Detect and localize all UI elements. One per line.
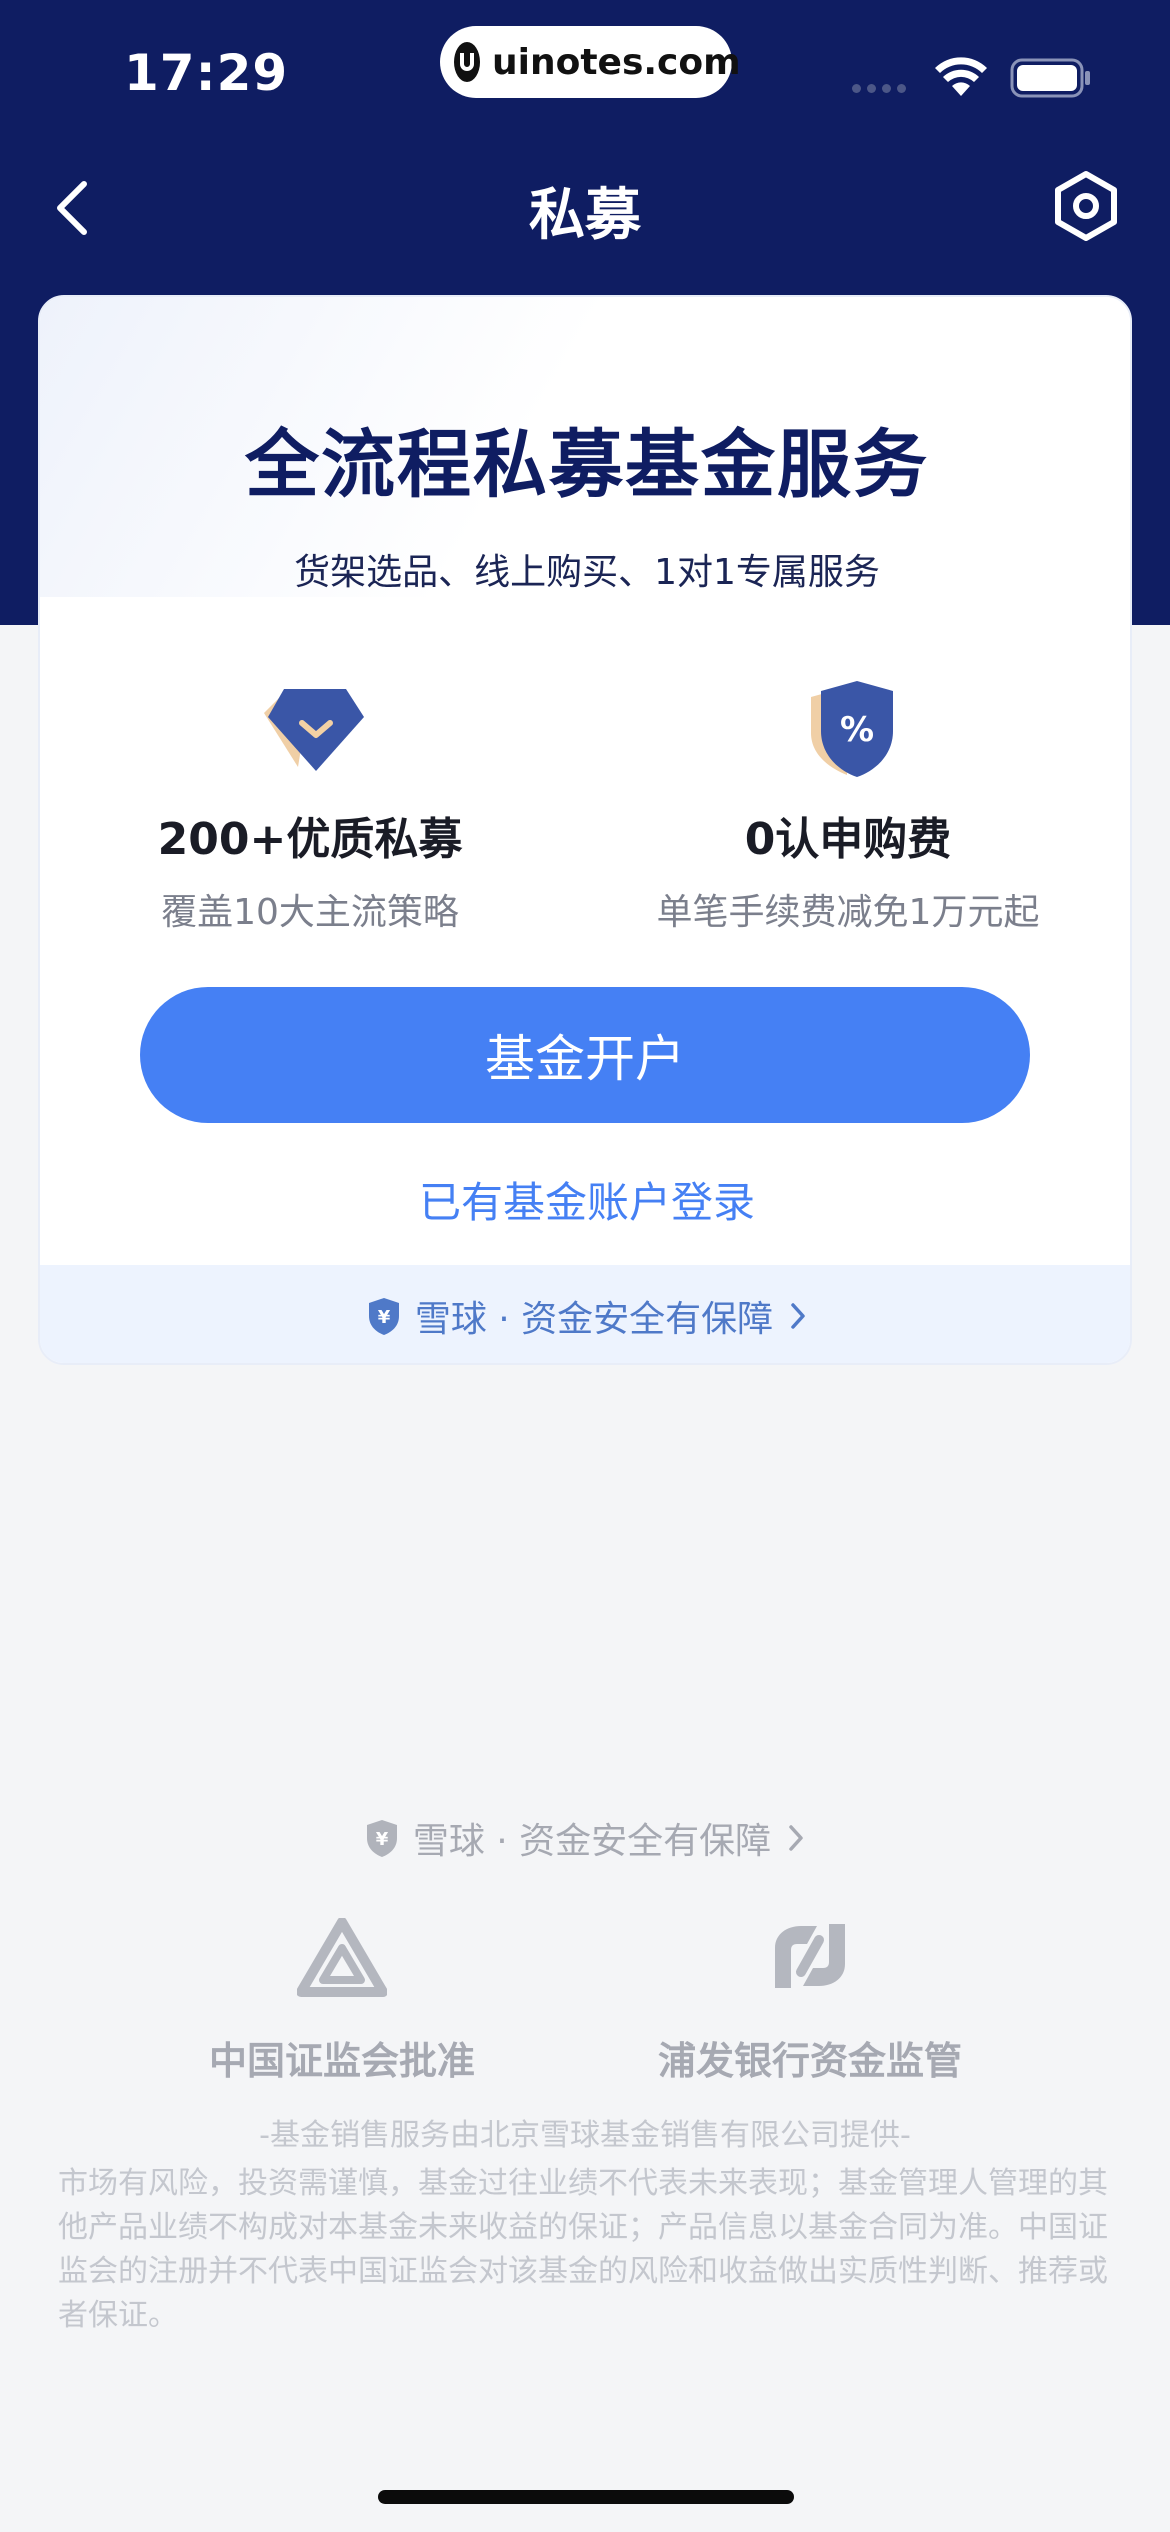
feature-desc: 覆盖10大主流策略 [161, 892, 459, 933]
provider-note: -基金销售服务由北京雪球基金销售有限公司提供- [259, 2118, 911, 2153]
site-logo-icon [454, 42, 480, 82]
yuan-shield-icon: ¥ [368, 1298, 399, 1335]
spdb-custody-badge: 浦发银行资金监管 [540, 1918, 1080, 2085]
hero-subtitle: 货架选品、线上购买、1对1专属服务 [294, 552, 880, 593]
feature-title: 0认申购费 [744, 814, 952, 865]
badge-label: 中国证监会批准 [208, 2039, 475, 2083]
status-bar: 17:29 uinotes.com [0, 0, 1170, 150]
open-fund-account-button[interactable]: 基金开户 [140, 987, 1030, 1123]
footer-safety-link[interactable]: ¥ 雪球 · 资金安全有保障 [0, 1812, 1170, 1864]
footer-safety-text: 雪球 · 资金安全有保障 [412, 1821, 772, 1862]
settings-icon[interactable] [1052, 170, 1120, 242]
fund-service-card: 全流程私募基金服务 货架选品、线上购买、1对1专属服务 200+优质私募 覆盖1… [38, 295, 1132, 1365]
percent-shield-icon: % [578, 675, 1118, 785]
svg-text:%: % [840, 710, 874, 750]
feature-quality-funds: 200+优质私募 覆盖10大主流策略 [40, 675, 580, 935]
cellular-signal-icon [852, 84, 906, 93]
home-indicator[interactable] [378, 2490, 794, 2504]
feature-title: 200+优质私募 [157, 814, 463, 865]
feature-zero-fee: % 0认申购费 单笔手续费减免1万元起 [578, 675, 1118, 935]
chevron-right-icon [791, 1303, 805, 1329]
feature-desc: 单笔手续费减免1万元起 [656, 892, 1040, 933]
url-pill[interactable]: uinotes.com [440, 26, 741, 98]
status-time: 17:29 [124, 44, 289, 102]
battery-icon [1010, 58, 1090, 98]
gem-down-icon [40, 675, 580, 785]
csrc-logo-icon [72, 1918, 612, 2002]
safety-text: 雪球 · 资金安全有保障 [414, 1299, 774, 1340]
fund-safety-banner[interactable]: ¥ 雪球 · 资金安全有保障 [40, 1265, 1130, 1363]
csrc-approval-badge: 中国证监会批准 [72, 1918, 612, 2085]
url-text: uinotes.com [492, 41, 741, 83]
svg-text:¥: ¥ [378, 1307, 391, 1328]
hero-title: 全流程私募基金服务 [245, 422, 929, 508]
chevron-right-icon [789, 1825, 803, 1851]
spdb-logo-icon [540, 1918, 1080, 2002]
wifi-icon [935, 57, 987, 96]
page-title: 私募 [529, 183, 641, 248]
existing-account-login-link[interactable]: 已有基金账户登录 [40, 1169, 1130, 1230]
yuan-shield-icon: ¥ [366, 1820, 397, 1857]
risk-disclaimer: 市场有风险，投资需谨慎，基金过往业绩不代表未来表现；基金管理人管理的其他产品业绩… [58, 2166, 1108, 2333]
badge-label: 浦发银行资金监管 [657, 2039, 962, 2083]
svg-text:¥: ¥ [376, 1829, 389, 1850]
